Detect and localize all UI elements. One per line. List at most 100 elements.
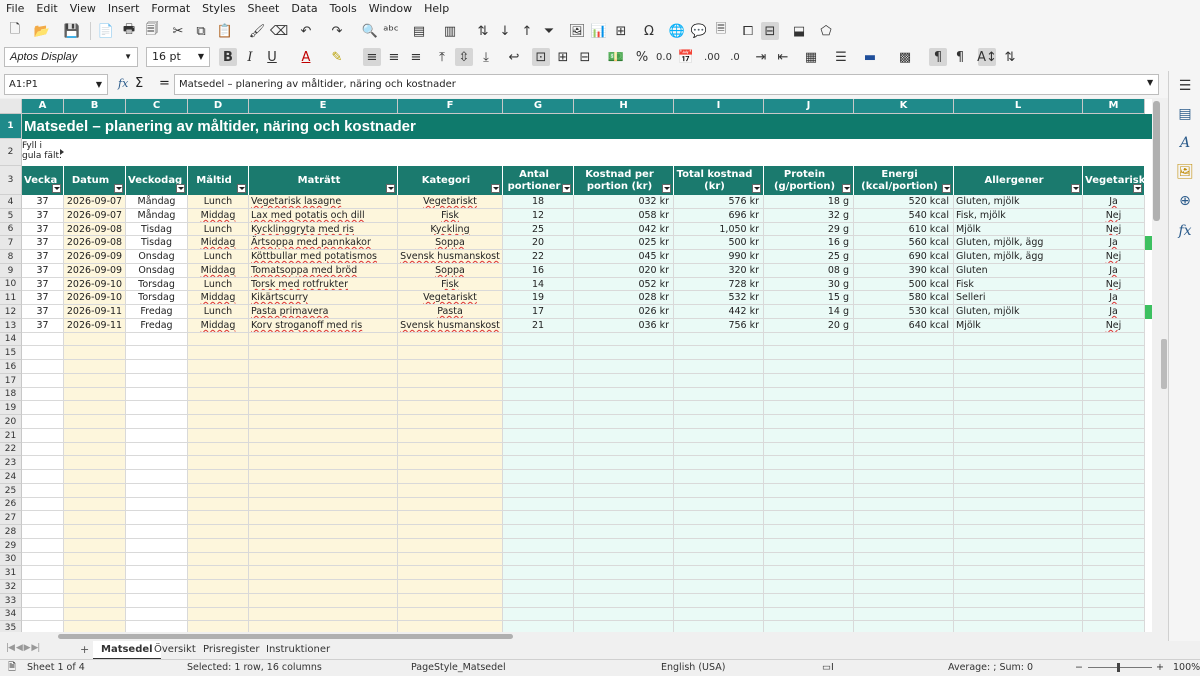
- table-cell[interactable]: [674, 594, 764, 608]
- table-cell[interactable]: [249, 580, 398, 594]
- table-cell[interactable]: 12: [503, 209, 574, 223]
- table-cell[interactable]: [503, 539, 574, 553]
- filter-dropdown-icon[interactable]: [491, 184, 500, 193]
- horizontal-scrollbar[interactable]: [0, 632, 1152, 641]
- table-cell[interactable]: [22, 484, 64, 498]
- table-cell[interactable]: Torsdag: [126, 278, 188, 291]
- row-header[interactable]: 8: [0, 250, 22, 264]
- table-cell[interactable]: 320 kr: [674, 264, 764, 278]
- table-cell[interactable]: Soppa: [398, 236, 503, 250]
- table-cell[interactable]: [126, 470, 188, 484]
- column-header-m[interactable]: M: [1083, 99, 1145, 114]
- table-cell[interactable]: [64, 429, 126, 443]
- table-cell[interactable]: [674, 470, 764, 484]
- table-cell[interactable]: [1083, 415, 1145, 429]
- table-cell[interactable]: [188, 333, 249, 346]
- styles-icon[interactable]: A: [1175, 133, 1195, 153]
- table-cell[interactable]: [574, 608, 674, 621]
- table-cell[interactable]: [854, 388, 954, 401]
- table-cell[interactable]: [503, 566, 574, 580]
- table-cell[interactable]: [249, 401, 398, 415]
- zoom-out-icon[interactable]: −: [1075, 660, 1083, 675]
- table-cell[interactable]: [503, 415, 574, 429]
- table-cell[interactable]: [764, 388, 854, 401]
- undo-icon[interactable]: ↶: [297, 22, 315, 40]
- sidebar-menu-icon[interactable]: ☰: [1175, 76, 1195, 96]
- table-cell[interactable]: [126, 360, 188, 374]
- table-cell[interactable]: [1083, 388, 1145, 401]
- table-cell[interactable]: [674, 456, 764, 470]
- merge-cells-icon[interactable]: ⊞: [554, 48, 572, 66]
- table-cell[interactable]: [954, 443, 1083, 456]
- table-cell[interactable]: Soppa: [398, 264, 503, 278]
- table-cell[interactable]: [64, 539, 126, 553]
- table-cell[interactable]: 37: [22, 250, 64, 264]
- table-cell[interactable]: [1083, 484, 1145, 498]
- table-cell[interactable]: Fisk: [954, 278, 1083, 291]
- table-cell[interactable]: Svensk husmanskost: [398, 250, 503, 264]
- table-cell[interactable]: Måndag: [126, 209, 188, 223]
- table-cell[interactable]: [64, 470, 126, 484]
- formula-icon[interactable]: =: [159, 76, 170, 91]
- table-cell[interactable]: [22, 553, 64, 566]
- table-cell[interactable]: 058 kr: [574, 209, 674, 223]
- table-cell[interactable]: [854, 443, 954, 456]
- filter-dropdown-icon[interactable]: [942, 184, 951, 193]
- table-cell[interactable]: Ja: [1083, 195, 1145, 209]
- table-cell[interactable]: [22, 346, 64, 360]
- table-cell[interactable]: 37: [22, 291, 64, 305]
- table-cell[interactable]: 14 g: [764, 305, 854, 319]
- table-cell[interactable]: Korv stroganoff med ris: [249, 319, 398, 333]
- table-cell[interactable]: [126, 415, 188, 429]
- table-cell[interactable]: Kyckling: [398, 223, 503, 236]
- table-cell[interactable]: [674, 580, 764, 594]
- table-cell[interactable]: [398, 608, 503, 621]
- table-cell[interactable]: [249, 539, 398, 553]
- table-cell[interactable]: [22, 621, 64, 632]
- row-header[interactable]: 20: [0, 415, 22, 429]
- table-cell[interactable]: [674, 346, 764, 360]
- table-cell[interactable]: [574, 388, 674, 401]
- table-cell[interactable]: [503, 553, 574, 566]
- align-left-icon[interactable]: ≡: [363, 48, 381, 66]
- table-cell[interactable]: [398, 346, 503, 360]
- table-cell[interactable]: [126, 621, 188, 632]
- table-cell[interactable]: [854, 401, 954, 415]
- menu-item-file[interactable]: File: [0, 0, 30, 17]
- table-cell[interactable]: Mjölk: [954, 223, 1083, 236]
- sheet-title[interactable]: Matsedel – planering av måltider, näring…: [22, 114, 1152, 139]
- table-cell[interactable]: [188, 553, 249, 566]
- table-cell[interactable]: [503, 621, 574, 632]
- table-cell[interactable]: [854, 525, 954, 539]
- table-cell[interactable]: Ja: [1083, 236, 1145, 250]
- table-cell[interactable]: [674, 443, 764, 456]
- table-cell[interactable]: 37: [22, 209, 64, 223]
- chevron-down-icon[interactable]: ▼: [198, 48, 204, 66]
- align-center-icon[interactable]: ≡: [385, 48, 403, 66]
- table-cell[interactable]: Nej: [1083, 250, 1145, 264]
- table-cell[interactable]: [249, 443, 398, 456]
- table-cell[interactable]: [188, 498, 249, 511]
- table-cell[interactable]: 37: [22, 319, 64, 333]
- table-cell[interactable]: [249, 525, 398, 539]
- table-cell[interactable]: 2026-09-10: [64, 291, 126, 305]
- table-cell[interactable]: [249, 484, 398, 498]
- table-cell[interactable]: 22: [503, 250, 574, 264]
- table-cell[interactable]: 18 g: [764, 195, 854, 209]
- table-cell[interactable]: [854, 346, 954, 360]
- table-cell[interactable]: Fredag: [126, 319, 188, 333]
- zoom-slider-thumb[interactable]: [1117, 663, 1120, 672]
- vertical-scrollbar-thumb[interactable]: [1153, 101, 1160, 221]
- text-direction-ltr-icon[interactable]: ¶: [929, 48, 947, 66]
- table-cell[interactable]: [954, 333, 1083, 346]
- table-cell[interactable]: [188, 580, 249, 594]
- table-cell[interactable]: [674, 511, 764, 525]
- table-cell[interactable]: [64, 580, 126, 594]
- table-cell[interactable]: [1083, 525, 1145, 539]
- table-cell[interactable]: Middag: [188, 236, 249, 250]
- table-cell[interactable]: [503, 429, 574, 443]
- table-cell[interactable]: [764, 566, 854, 580]
- table-cell[interactable]: [674, 608, 764, 621]
- table-cell[interactable]: [398, 498, 503, 511]
- row-header[interactable]: 15: [0, 346, 22, 360]
